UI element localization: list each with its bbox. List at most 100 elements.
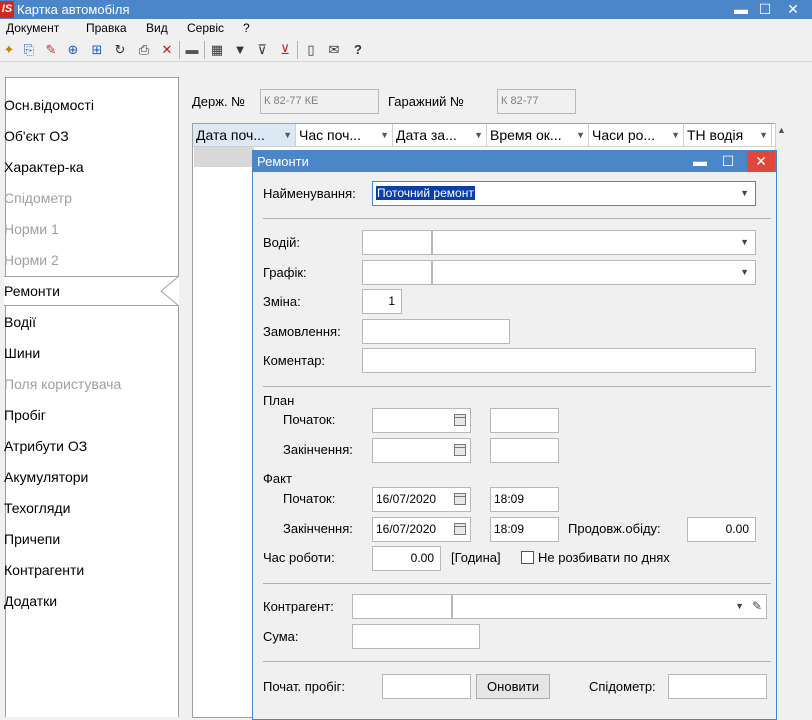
- fact-start-time-field[interactable]: 18:09: [490, 487, 559, 512]
- sidebar-item-trailers[interactable]: Причепи: [4, 528, 60, 550]
- dialog-maximize-button[interactable]: ☐: [714, 151, 742, 172]
- calendar-icon[interactable]: [454, 493, 466, 505]
- sidebar-item-drivers[interactable]: Водії: [4, 311, 36, 333]
- monitor-icon[interactable]: ▬: [183, 41, 201, 59]
- chevron-down-icon[interactable]: ▼: [740, 231, 749, 254]
- sidebar-item-inspections[interactable]: Техогляди: [4, 497, 70, 519]
- worktime-field[interactable]: 0.00: [372, 546, 441, 571]
- reg-number-field[interactable]: К 82-77 КЕ: [260, 89, 379, 114]
- plan-end-date-field[interactable]: [372, 438, 471, 463]
- dialog-close-button[interactable]: ✕: [747, 151, 775, 172]
- divider: [263, 386, 771, 387]
- plan-start-date-field[interactable]: [372, 408, 471, 433]
- menu-help[interactable]: ?: [243, 19, 250, 38]
- calendar-icon[interactable]: [454, 414, 466, 426]
- fact-start-date-field[interactable]: 16/07/2020: [372, 487, 471, 512]
- downtime-field[interactable]: 0.00: [687, 517, 756, 542]
- shift-field[interactable]: 1: [362, 289, 402, 314]
- sidebar-item-asset-attributes[interactable]: Атрибути ОЗ: [4, 435, 87, 457]
- speedometer-field[interactable]: [668, 674, 767, 699]
- column-header-end-date[interactable]: Дата за... ▼: [393, 124, 487, 146]
- start-mileage-label: Почат. пробіг:: [263, 679, 345, 694]
- edit-pencil-icon[interactable]: ✎: [752, 595, 762, 618]
- window-title: Картка автомобіля: [17, 2, 130, 17]
- column-header-driver-id[interactable]: ТН водія ▼: [684, 124, 772, 146]
- menu-edit[interactable]: Правка: [86, 19, 127, 38]
- fact-end-date-field[interactable]: 16/07/2020: [372, 517, 471, 542]
- counterparty-code-field[interactable]: [352, 594, 452, 619]
- plan-end-time-field[interactable]: [490, 438, 559, 463]
- dialog-title: Ремонти: [257, 154, 309, 169]
- sidebar-item-mileage[interactable]: Пробіг: [4, 404, 46, 426]
- garage-number-field[interactable]: К 82-77: [497, 89, 576, 114]
- no-split-checkbox[interactable]: [521, 551, 534, 564]
- comment-field[interactable]: [362, 348, 756, 373]
- email-icon[interactable]: ✉: [325, 41, 343, 59]
- driver-code-field[interactable]: [362, 230, 432, 255]
- fact-end-label: Закінчення:: [283, 521, 353, 536]
- counterparty-name-select[interactable]: ▼ ✎: [452, 594, 767, 619]
- schedule-name-select[interactable]: ▼: [432, 260, 756, 285]
- sidebar-item-tires[interactable]: Шини: [4, 342, 40, 364]
- driver-name-select[interactable]: ▼: [432, 230, 756, 255]
- new-doc-icon[interactable]: ✦: [0, 41, 18, 59]
- table-row[interactable]: [194, 147, 254, 167]
- table-icon[interactable]: ▦: [208, 41, 226, 59]
- fact-end-time-field[interactable]: 18:09: [490, 517, 559, 542]
- menu-document[interactable]: Документ: [6, 19, 59, 38]
- delete-icon[interactable]: ✕: [158, 41, 176, 59]
- filter-clear-icon[interactable]: ⊻: [276, 41, 294, 59]
- sidebar-item-characteristics[interactable]: Характер-ка: [4, 156, 84, 178]
- sidebar-item-speedometer[interactable]: Спідометр: [4, 187, 72, 209]
- column-header-end-time[interactable]: Время ок... ▼: [487, 124, 589, 146]
- close-button[interactable]: ✕: [780, 0, 806, 19]
- document-icon[interactable]: ▯: [302, 41, 320, 59]
- column-header-start-date[interactable]: Дата поч... ▼: [193, 124, 296, 146]
- calendar-icon[interactable]: [454, 523, 466, 535]
- edit-doc-icon[interactable]: ✎: [42, 41, 60, 59]
- sidebar-item-attachments[interactable]: Додатки: [4, 590, 57, 612]
- refresh-icon[interactable]: ↻: [111, 41, 129, 59]
- dialog-minimize-button[interactable]: ▬: [686, 151, 714, 172]
- dialog-title-bar: Ремонти ▬ ☐ ✕: [253, 151, 776, 172]
- update-button[interactable]: Оновити: [476, 674, 550, 699]
- sidebar-item-norms-2[interactable]: Норми 2: [4, 249, 59, 271]
- filter-icon[interactable]: ▼: [231, 41, 249, 59]
- sidebar-item-user-fields[interactable]: Поля користувача: [4, 373, 121, 395]
- chevron-down-icon[interactable]: ▼: [740, 182, 749, 205]
- minimize-button[interactable]: ▬: [728, 0, 754, 19]
- toolbar-separator: [297, 41, 298, 59]
- worktime-label: Час роботи:: [263, 550, 335, 565]
- sidebar-item-batteries[interactable]: Акумулятори: [4, 466, 88, 488]
- sidebar-item-main-info[interactable]: Осн.відомості: [4, 94, 94, 116]
- filter-add-icon[interactable]: ⊽: [253, 41, 271, 59]
- name-label: Найменування:: [263, 186, 356, 201]
- add-doc-icon[interactable]: ⊕: [64, 41, 82, 59]
- sidebar-item-counterparties[interactable]: Контрагенти: [4, 559, 84, 581]
- sidebar-item-fixed-asset[interactable]: Об'єкт ОЗ: [4, 125, 69, 147]
- sidebar-item-repairs[interactable]: Ремонти: [4, 280, 60, 302]
- sidebar-item-norms-1[interactable]: Норми 1: [4, 218, 59, 240]
- column-header-label: ТН водія: [687, 127, 744, 143]
- print-icon[interactable]: ⎙: [135, 41, 153, 59]
- scroll-up-icon[interactable]: ▲: [777, 125, 786, 135]
- start-mileage-field[interactable]: [382, 674, 471, 699]
- new-doc-copy-icon[interactable]: ⎘: [20, 41, 38, 59]
- name-select[interactable]: Поточний ремонт ▼: [372, 181, 756, 206]
- plan-start-time-field[interactable]: [490, 408, 559, 433]
- menu-view[interactable]: Вид: [146, 19, 168, 38]
- chevron-down-icon[interactable]: ▼: [740, 261, 749, 284]
- chevron-down-icon: ▼: [759, 130, 768, 140]
- chevron-down-icon[interactable]: ▼: [735, 595, 744, 618]
- order-field[interactable]: [362, 319, 510, 344]
- help-icon[interactable]: ?: [349, 41, 367, 59]
- schedule-code-field[interactable]: [362, 260, 432, 285]
- calendar-icon[interactable]: [454, 444, 466, 456]
- sum-field[interactable]: [352, 624, 480, 649]
- column-header-start-time[interactable]: Час поч... ▼: [296, 124, 393, 146]
- add-doc-2-icon[interactable]: ⊞: [88, 41, 106, 59]
- maximize-button[interactable]: ☐: [752, 0, 778, 19]
- menu-service[interactable]: Сервіс: [187, 19, 224, 38]
- column-header-work-hours[interactable]: Часи ро... ▼: [589, 124, 684, 146]
- toolbar: ✦ ⎘ ✎ ⊕ ⊞ ↻ ⎙ ✕ ▬ ▦ ▼ ⊽ ⊻ ▯ ✉ ?: [0, 38, 812, 62]
